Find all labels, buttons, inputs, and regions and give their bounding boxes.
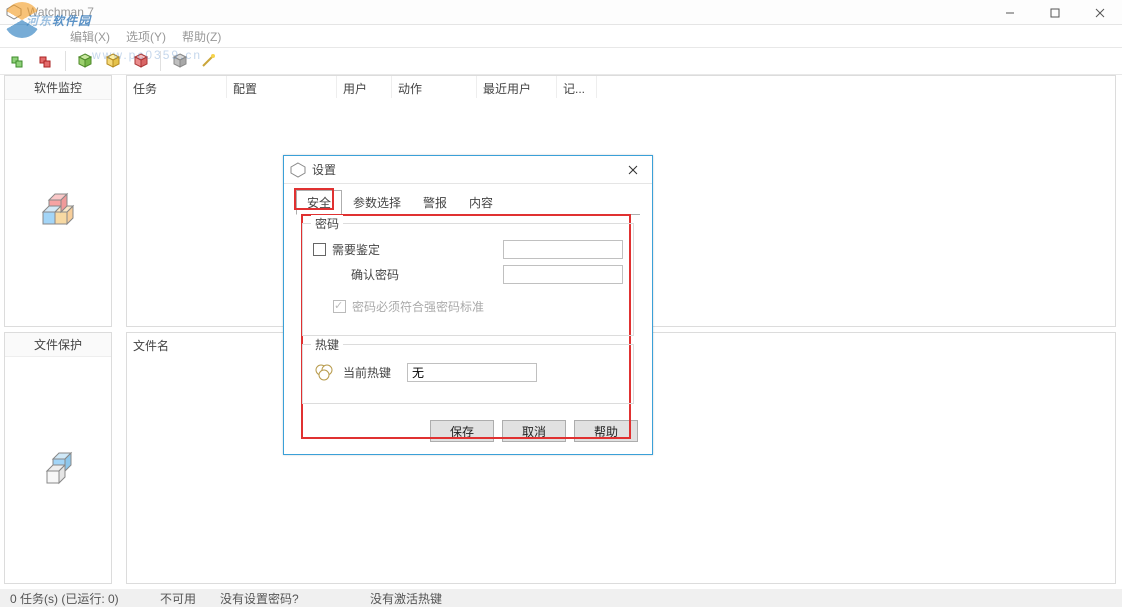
menu-edit[interactable]: 编辑(X) (64, 26, 116, 47)
left-panel: 软件监控 文件保护 (0, 75, 116, 589)
menu-bar: 文件(M) 编辑(X) 选项(Y) 帮助(Z) (0, 25, 1122, 47)
nav-software-monitor[interactable]: 软件监控 (4, 75, 112, 327)
window-title: Watchman 7 (27, 5, 94, 19)
dialog-title-bar: 设置 (284, 156, 652, 184)
col-config[interactable]: 配置 (227, 76, 337, 98)
hotkey-icon (313, 361, 335, 383)
label-current-hotkey: 当前热键 (343, 364, 391, 381)
col-user[interactable]: 用户 (337, 76, 392, 98)
title-bar: Watchman 7 (0, 0, 1122, 25)
confirm-password-input[interactable] (503, 265, 623, 284)
col-action[interactable]: 动作 (392, 76, 477, 98)
status-unavailable: 不可用 (150, 589, 210, 607)
status-bar: 0 任务(s) (已运行: 0) 不可用 没有设置密码? 没有激活热键 (0, 589, 1122, 607)
cancel-button[interactable]: 取消 (502, 420, 566, 442)
dialog-tabs: 安全 参数选择 警报 内容 (296, 190, 652, 215)
tab-security[interactable]: 安全 (296, 190, 342, 215)
tab-params[interactable]: 参数选择 (342, 190, 412, 215)
label-strong-pw: 密码必须符合强密码标准 (352, 298, 484, 315)
label-confirm-pw: 确认密码 (351, 266, 399, 283)
dialog-title-text: 设置 (312, 161, 336, 178)
group-hotkey: 热键 当前热键 (302, 344, 634, 404)
window-controls (987, 0, 1122, 25)
help-button[interactable]: 帮助 (574, 420, 638, 442)
watermark-url: www.pc0359.cn (92, 48, 202, 62)
app-icon (6, 4, 22, 20)
col-recent-user[interactable]: 最近用户 (477, 76, 557, 98)
group-hotkey-legend: 热键 (311, 336, 343, 353)
password-input[interactable] (503, 240, 623, 259)
tab-content[interactable]: 内容 (458, 190, 504, 215)
tab-alarm[interactable]: 警报 (412, 190, 458, 215)
task-columns: 任务 配置 用户 动作 最近用户 记... (127, 76, 1115, 98)
hotkey-input[interactable] (407, 363, 537, 382)
tool-delete-icon[interactable] (34, 50, 58, 72)
status-no-password: 没有设置密码? (210, 589, 360, 607)
menu-options[interactable]: 选项(Y) (120, 26, 172, 47)
group-password: 密码 需要鉴定 确认密码 密码必须符合强密码标准 (302, 223, 634, 336)
maximize-button[interactable] (1032, 0, 1077, 25)
dialog-icon (290, 162, 306, 178)
col-record[interactable]: 记... (557, 76, 597, 98)
label-need-auth: 需要鉴定 (332, 241, 380, 258)
nav-header-software: 软件监控 (5, 76, 111, 100)
group-password-legend: 密码 (311, 215, 343, 232)
nav-file-protect[interactable]: 文件保护 (4, 332, 112, 584)
menu-help[interactable]: 帮助(Z) (176, 26, 227, 47)
nav-header-fileprotect: 文件保护 (5, 333, 111, 357)
status-no-hotkey: 没有激活热键 (360, 589, 452, 607)
settings-dialog: 设置 安全 参数选择 警报 内容 密码 需要鉴定 确认密码 密码必须符合强密码标… (283, 155, 653, 455)
nav-software-icon (5, 100, 111, 326)
tool-new-icon[interactable] (6, 50, 30, 72)
dialog-close-button[interactable] (618, 159, 648, 181)
minimize-button[interactable] (987, 0, 1032, 25)
checkbox-strong-pw (333, 300, 346, 313)
status-tasks: 0 任务(s) (已运行: 0) (0, 589, 150, 607)
close-button[interactable] (1077, 0, 1122, 25)
col-filename[interactable]: 文件名 (127, 333, 247, 355)
save-button[interactable]: 保存 (430, 420, 494, 442)
col-task[interactable]: 任务 (127, 76, 227, 98)
nav-fileprotect-icon (5, 357, 111, 583)
separator (65, 51, 66, 71)
checkbox-need-auth[interactable] (313, 243, 326, 256)
dialog-buttons: 保存 取消 帮助 (284, 412, 652, 454)
